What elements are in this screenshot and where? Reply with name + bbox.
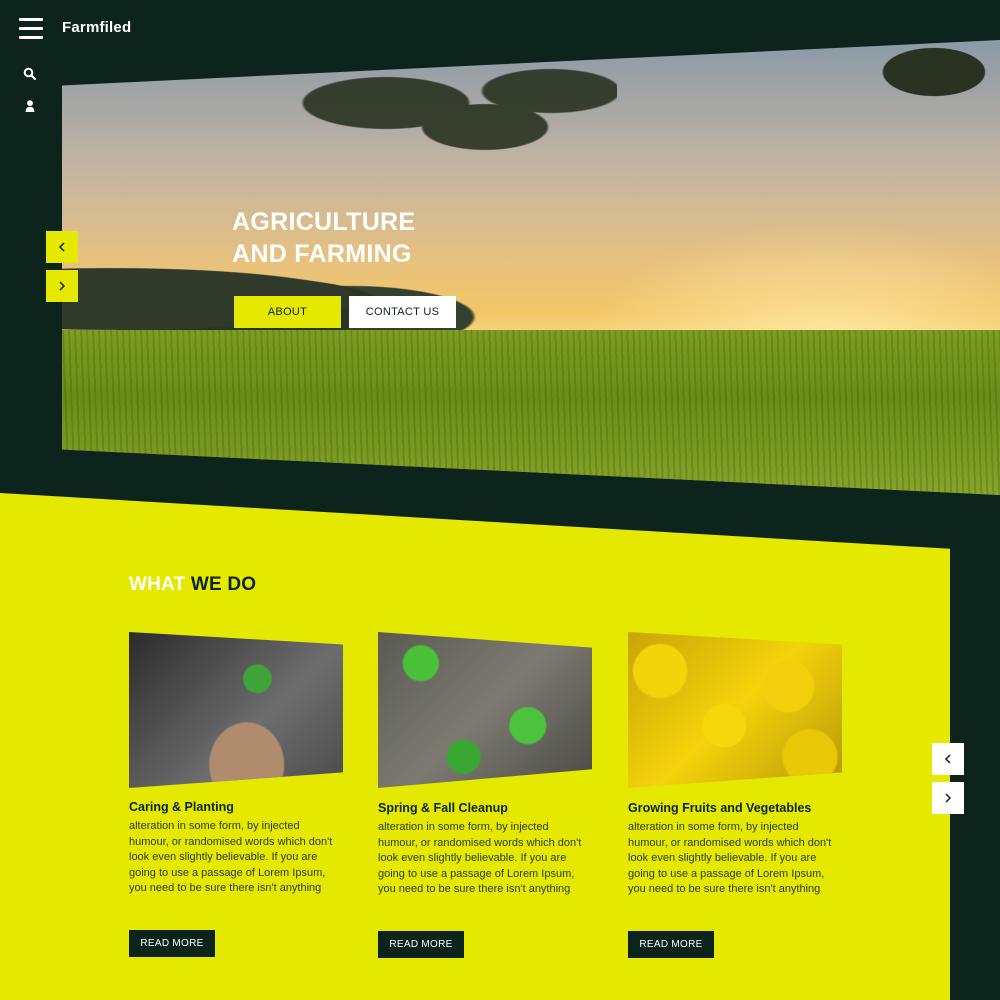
section-title: WHAT WE DO bbox=[129, 574, 256, 596]
hero-title-line1: AGRICULTURE bbox=[232, 208, 416, 236]
chevron-right-icon bbox=[59, 281, 66, 291]
card-text: alteration in some form, by injected hum… bbox=[628, 821, 832, 896]
card-text: alteration in some form, by injected hum… bbox=[378, 821, 582, 896]
card-image-cleanup bbox=[378, 632, 592, 788]
contact-us-button[interactable]: CONTACT US bbox=[349, 296, 456, 328]
card-image-planting bbox=[129, 632, 343, 788]
card-title: Growing Fruits and Vegetables bbox=[628, 801, 812, 815]
hero-title: AGRICULTURE AND FARMING bbox=[232, 206, 415, 270]
chevron-left-icon bbox=[58, 242, 65, 252]
hero-banner-image bbox=[62, 40, 1000, 495]
brand-logo[interactable]: Farmfiled bbox=[62, 19, 131, 36]
read-more-button[interactable]: READ MORE bbox=[378, 931, 464, 958]
chevron-left-icon bbox=[944, 754, 951, 764]
chevron-right-icon bbox=[945, 793, 952, 803]
card-text: alteration in some form, by injected hum… bbox=[129, 820, 333, 895]
card-image-vegetables bbox=[628, 632, 842, 788]
user-icon[interactable] bbox=[23, 99, 39, 115]
search-icon[interactable] bbox=[23, 67, 39, 83]
menu-icon[interactable] bbox=[19, 18, 43, 40]
hero-next-button[interactable] bbox=[46, 270, 78, 302]
card-title: Caring & Planting bbox=[129, 800, 234, 814]
hero-title-line2: AND FARMING bbox=[232, 240, 412, 268]
read-more-button[interactable]: READ MORE bbox=[129, 930, 215, 957]
section-title-we-do: WE DO bbox=[190, 574, 257, 595]
card-title: Spring & Fall Cleanup bbox=[378, 801, 508, 815]
read-more-button[interactable]: READ MORE bbox=[628, 931, 714, 958]
hero-prev-button[interactable] bbox=[46, 231, 78, 263]
services-next-button[interactable] bbox=[932, 782, 964, 814]
about-button[interactable]: ABOUT bbox=[234, 296, 341, 328]
section-title-what: WHAT bbox=[129, 574, 186, 595]
services-prev-button[interactable] bbox=[932, 743, 964, 775]
